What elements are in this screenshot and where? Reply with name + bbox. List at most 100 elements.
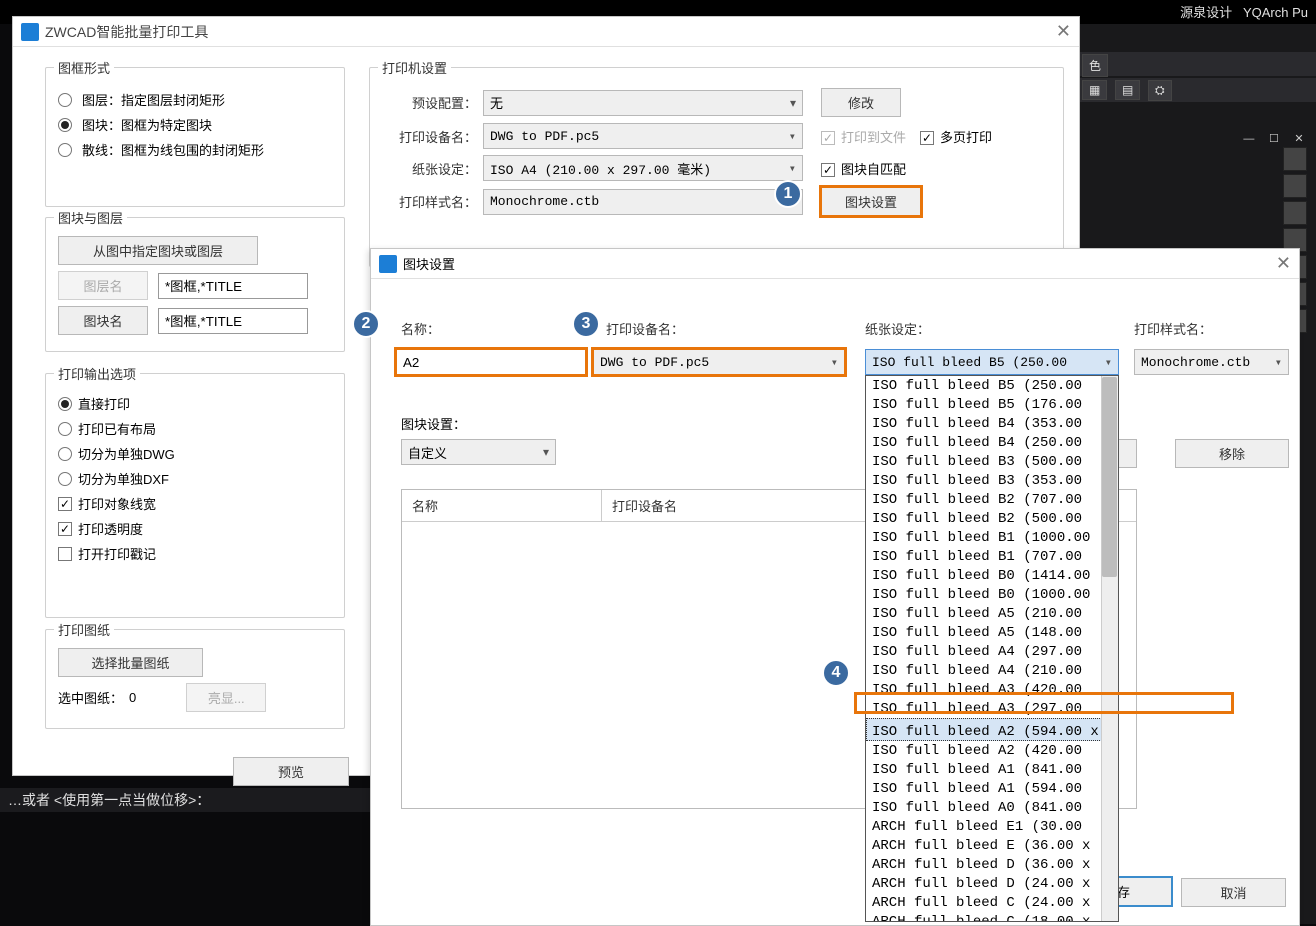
layer-name-input[interactable] <box>158 273 308 299</box>
paper-option[interactable]: ARCH full bleed C (24.00 x <box>866 893 1118 912</box>
paper-option[interactable]: ISO full bleed B2 (707.00 <box>866 490 1118 509</box>
radio-block-label: 图块：图框为特定图块 <box>82 115 212 134</box>
print-paper-legend: 打印图纸 <box>54 620 114 639</box>
paper-option[interactable]: ISO full bleed A2 (420.00 <box>866 741 1118 760</box>
radio-block[interactable] <box>58 118 72 132</box>
block-name-button[interactable]: 图块名 <box>58 306 148 335</box>
chk-automatch[interactable] <box>821 163 835 177</box>
radio-dwg[interactable] <box>58 447 72 461</box>
vt-icon[interactable] <box>1283 174 1307 198</box>
chk-transparency[interactable] <box>58 522 72 536</box>
vt-icon[interactable] <box>1283 201 1307 225</box>
block-name-input[interactable] <box>158 308 308 334</box>
vt-icon[interactable] <box>1283 147 1307 171</box>
d2-name-input[interactable] <box>396 349 586 375</box>
paper-label: 纸张设定： <box>382 159 477 178</box>
chk-linewidth[interactable] <box>58 497 72 511</box>
tool-1[interactable]: ▦ <box>1082 80 1107 100</box>
paper-option[interactable]: ISO full bleed B0 (1414.00 <box>866 566 1118 585</box>
device-label: 打印设备名： <box>382 127 477 146</box>
from-drawing-button[interactable]: 从图中指定图块或图层 <box>58 236 258 265</box>
tool-2[interactable]: ▤ <box>1115 80 1140 100</box>
radio-scatter[interactable] <box>58 143 72 157</box>
badge-3: 3 <box>572 310 600 338</box>
badge-2: 2 <box>352 310 380 338</box>
command-line: …或者 <使用第一点当做位移>： <box>0 788 378 812</box>
d2-remove-button[interactable]: 移除 <box>1175 439 1289 468</box>
style-dropdown[interactable]: Monochrome.ctb <box>483 189 803 215</box>
paper-option[interactable]: ARCH full bleed D (36.00 x <box>866 855 1118 874</box>
d2-device-dropdown[interactable]: DWG to PDF.pc5 <box>593 349 845 375</box>
d2-paper-dropdown[interactable]: ISO full bleed B5 (250.00 <box>865 349 1119 375</box>
paper-option[interactable]: ISO full bleed A4 (210.00 <box>866 661 1118 680</box>
dialog1-title: ZWCAD智能批量打印工具 <box>45 22 208 42</box>
scrollbar-thumb[interactable] <box>1102 377 1117 577</box>
chk-stamp-label: 打开打印戳记 <box>78 544 156 563</box>
paper-option[interactable]: ISO full bleed A5 (148.00 <box>866 623 1118 642</box>
app-icon <box>21 23 39 41</box>
dialog2-close-button[interactable]: ✕ <box>1276 253 1291 274</box>
paper-option[interactable]: ISO full bleed B3 (353.00 <box>866 471 1118 490</box>
paper-option[interactable]: ISO full bleed A5 (210.00 <box>866 604 1118 623</box>
paper-option[interactable]: ARCH full bleed C (18.00 x <box>866 912 1118 922</box>
radio-dxf[interactable] <box>58 472 72 486</box>
printer-settings-group: 打印机设置 预设配置： 无 修改 打印设备名： DWG to PDF.pc5 打… <box>369 67 1064 267</box>
tool-3[interactable]: ⛭ <box>1148 80 1172 101</box>
d2-blockset-dropdown[interactable]: 自定义 <box>401 439 556 465</box>
paper-option[interactable]: ISO full bleed B1 (707.00 <box>866 547 1118 566</box>
radio-layer[interactable] <box>58 93 72 107</box>
paper-option[interactable]: ISO full bleed B2 (500.00 <box>866 509 1118 528</box>
highlight-button: 亮显... <box>186 683 266 712</box>
paper-option[interactable]: ISO full bleed A3 (420.00 <box>866 680 1118 699</box>
select-paper-button[interactable]: 选择批量图纸 <box>58 648 203 677</box>
paper-option[interactable]: ISO full bleed A1 (841.00 <box>866 760 1118 779</box>
selected-count: 0 <box>129 690 136 705</box>
dialog1-close-button[interactable]: ✕ <box>1056 21 1071 42</box>
paper-option[interactable]: ARCH full bleed D (24.00 x <box>866 874 1118 893</box>
scrollbar-track[interactable] <box>1101 376 1118 921</box>
paper-option[interactable]: ARCH full bleed E (36.00 x <box>866 836 1118 855</box>
dialog2-titlebar: 图块设置 ✕ <box>371 249 1299 279</box>
paper-option[interactable]: ISO full bleed B3 (500.00 <box>866 452 1118 471</box>
style-label: 打印样式名： <box>382 192 477 211</box>
d2-blockset-label: 图块设置： <box>401 414 466 433</box>
paper-option[interactable]: ISO full bleed A2 (594.00 x 420.00 毫米) <box>866 718 1102 741</box>
paper-option[interactable]: ISO full bleed A3 (297.00 <box>866 699 1118 718</box>
selected-label: 选中图纸： <box>58 688 123 707</box>
output-options-legend: 打印输出选项 <box>54 364 140 383</box>
paper-option[interactable]: ISO full bleed B5 (176.00 <box>866 395 1118 414</box>
preview-button[interactable]: 预览 <box>233 757 349 786</box>
d2-cancel-button[interactable]: 取消 <box>1181 878 1286 907</box>
minimize-icon[interactable]: — <box>1238 133 1260 145</box>
paper-option[interactable]: ISO full bleed B4 (353.00 <box>866 414 1118 433</box>
radio-layout[interactable] <box>58 422 72 436</box>
dialog1-titlebar: ZWCAD智能批量打印工具 ✕ <box>13 17 1079 47</box>
paper-option[interactable]: ISO full bleed A0 (841.00 <box>866 798 1118 817</box>
radio-dxf-label: 切分为单独DXF <box>78 469 169 488</box>
paper-dropdown[interactable]: ISO A4 (210.00 x 297.00 毫米) <box>483 155 803 181</box>
paper-option[interactable]: ISO full bleed B0 (1000.00 <box>866 585 1118 604</box>
paper-option[interactable]: ISO full bleed B5 (250.00 <box>866 376 1118 395</box>
menu-item[interactable]: YQArch Pu <box>1243 5 1308 20</box>
app-icon <box>379 255 397 273</box>
menu-item[interactable]: 源泉设计 <box>1180 5 1232 20</box>
chk-automatch-label: 图块自匹配 <box>841 162 906 177</box>
preset-dropdown[interactable]: 无 <box>483 90 803 116</box>
paper-dropdown-list[interactable]: ISO full bleed B5 (250.00ISO full bleed … <box>865 375 1119 922</box>
paper-option[interactable]: ISO full bleed A1 (594.00 <box>866 779 1118 798</box>
radio-direct[interactable] <box>58 397 72 411</box>
radio-layer-label: 图层：指定图层封闭矩形 <box>82 90 225 109</box>
chk-tofile-label: 打印到文件 <box>841 130 906 145</box>
layer-dropdown[interactable]: 色 <box>1082 54 1108 77</box>
chk-stamp[interactable] <box>58 547 72 561</box>
chk-multipage[interactable] <box>920 131 934 145</box>
paper-option[interactable]: ISO full bleed A4 (297.00 <box>866 642 1118 661</box>
device-dropdown[interactable]: DWG to PDF.pc5 <box>483 123 803 149</box>
blockset-button[interactable]: 图块设置 <box>821 187 921 216</box>
paper-option[interactable]: ARCH full bleed E1 (30.00 <box>866 817 1118 836</box>
modify-button[interactable]: 修改 <box>821 88 901 117</box>
d2-style-dropdown[interactable]: Monochrome.ctb <box>1134 349 1289 375</box>
radio-dwg-label: 切分为单独DWG <box>78 444 175 463</box>
paper-option[interactable]: ISO full bleed B4 (250.00 <box>866 433 1118 452</box>
paper-option[interactable]: ISO full bleed B1 (1000.00 <box>866 528 1118 547</box>
